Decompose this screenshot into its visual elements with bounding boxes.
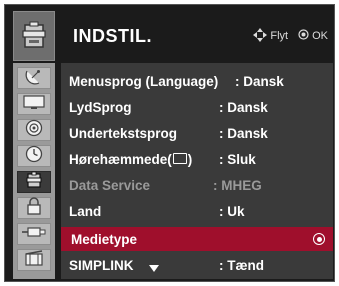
- category-icon-column: [13, 63, 55, 279]
- tab-usb[interactable]: [17, 223, 51, 245]
- subtitle-language-value: : Dansk: [219, 125, 268, 141]
- country-row[interactable]: Land : Uk: [61, 199, 333, 223]
- tv-screen-icon: [23, 94, 45, 115]
- simplink-value: : Tænd: [219, 257, 264, 273]
- menu-language-value: : Dansk: [235, 73, 284, 89]
- tab-audio[interactable]: [17, 119, 51, 141]
- tab-channel[interactable]: [17, 67, 51, 89]
- subtitle-language-row[interactable]: Undertekstsprog : Dansk: [61, 121, 333, 145]
- hearing-impaired-label-close: ): [187, 151, 193, 167]
- hearing-impaired-label-text: Hørehæmmede(: [69, 151, 172, 167]
- audio-language-label: LydSprog: [69, 99, 132, 115]
- move-hint: Flyt: [253, 27, 289, 45]
- audio-language-row[interactable]: LydSprog : Dansk: [61, 95, 333, 119]
- simplink-row[interactable]: SIMPLINK : Tænd: [61, 253, 333, 277]
- usb-plug-icon: [22, 225, 46, 244]
- data-service-value: : MHEG: [213, 177, 262, 193]
- move-hint-label: Flyt: [270, 30, 289, 42]
- lock-icon: [26, 196, 42, 220]
- hearing-impaired-value: : Sluk: [219, 151, 256, 167]
- tab-time[interactable]: [17, 145, 51, 167]
- setup-options-list: Menusprog (Language) : Dansk LydSprog : …: [61, 63, 333, 279]
- ok-hint-label: OK: [312, 30, 328, 42]
- speaker-icon: [25, 119, 43, 142]
- radio-selected-icon: [313, 233, 325, 245]
- data-service-row: Data Service : MHEG: [61, 173, 333, 197]
- media-type-label: Medietype: [71, 231, 138, 247]
- country-label: Land: [69, 203, 102, 219]
- tab-lock[interactable]: [17, 196, 51, 220]
- navigation-arrows-icon: [253, 27, 268, 45]
- clock-icon: [25, 145, 43, 168]
- film-icon: [24, 249, 44, 271]
- tab-picture[interactable]: [17, 93, 51, 115]
- setup-menu-window: INDSTIL. Flyt OK Menusprog (Language): …: [4, 4, 335, 282]
- scroll-down-icon[interactable]: [149, 265, 159, 272]
- hearing-impaired-row[interactable]: Hørehæmmede() : Sluk: [61, 147, 333, 171]
- ok-hint: OK: [298, 29, 328, 43]
- audio-language-value: : Dansk: [219, 99, 268, 115]
- subtitle-language-label: Undertekstsprog: [69, 125, 178, 141]
- media-type-row[interactable]: Medietype: [61, 227, 333, 251]
- menu-title: INDSTIL.: [73, 25, 152, 46]
- data-service-label: Data Service: [69, 177, 151, 193]
- menu-header: INDSTIL. Flyt OK: [61, 11, 328, 61]
- menu-language-row[interactable]: Menusprog (Language) : Dansk: [61, 69, 333, 93]
- country-value: : Uk: [219, 203, 245, 219]
- settings-icon: [25, 171, 43, 194]
- settings-icon: [13, 11, 55, 61]
- satellite-dish-icon: [24, 67, 44, 90]
- ok-button-icon: [298, 29, 309, 43]
- simplink-label: SIMPLINK: [69, 257, 134, 273]
- tab-movie[interactable]: [17, 249, 51, 271]
- tab-setup[interactable]: [17, 171, 51, 193]
- menu-language-label: Menusprog (Language): [69, 73, 219, 89]
- hearing-impaired-label: Hørehæmmede(): [69, 152, 192, 167]
- subtitle-box-icon: [172, 153, 187, 165]
